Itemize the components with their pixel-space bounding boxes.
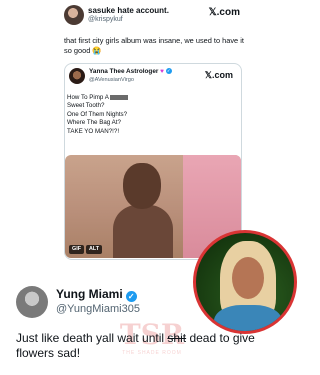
- author-handle[interactable]: @krispykuf: [88, 16, 123, 23]
- verified-badge-icon: ✓: [125, 291, 137, 302]
- tweet-text: that first city girls album was insane, …: [64, 36, 244, 55]
- quoted-tweet-text: How To Pimp A Sweet Tooth? One Of Them N…: [67, 94, 237, 136]
- main-tweet-header: Yung Miami ✓ @YungMiami305: [16, 286, 196, 320]
- alt-badge[interactable]: ALT: [86, 245, 103, 254]
- quoted-author-name[interactable]: Yanna Thee Astrologer ♥ ✓: [89, 68, 172, 75]
- gif-person-head: [123, 163, 161, 209]
- x-logo: 𝕏.com: [204, 70, 233, 80]
- quoted-tweet-header: Yanna Thee Astrologer ♥ ✓ @AVenusianVirg…: [69, 68, 237, 86]
- purple-heart-icon: ♥: [160, 68, 164, 75]
- quoted-line: Where The Bag At?: [67, 119, 121, 127]
- author-handle[interactable]: @YungMiami305: [56, 303, 140, 315]
- avatar[interactable]: [69, 68, 85, 84]
- circular-photo: [193, 230, 297, 334]
- main-tweet-text: Just like death yall wait until shit dea…: [16, 331, 286, 361]
- quoted-line: How To Pimp A: [67, 94, 237, 102]
- struck-word: shit: [167, 331, 187, 345]
- avatar[interactable]: [64, 5, 84, 25]
- quoted-line: One Of Them Nights?: [67, 110, 128, 118]
- avatar[interactable]: [16, 286, 48, 318]
- verified-badge-icon: ✓: [165, 68, 172, 75]
- author-name-text: Yung Miami: [56, 287, 123, 301]
- author-name[interactable]: sasuke hate account.: [88, 6, 169, 15]
- tweet-text-before: Just like death yall wait until: [16, 331, 165, 345]
- redacted-word: [110, 94, 129, 100]
- photo-face: [232, 257, 264, 299]
- photo-top: [214, 305, 282, 331]
- quoted-line: TAKE YO MAN?!?!: [67, 127, 120, 135]
- gif-person-body: [113, 205, 173, 258]
- author-name[interactable]: Yung Miami ✓: [56, 287, 137, 302]
- x-logo: 𝕏.com: [208, 7, 240, 18]
- top-tweet-header: sasuke hate account. @krispykuf 𝕏.com: [64, 5, 240, 27]
- quoted-line-text: How To Pimp A: [67, 94, 109, 101]
- top-tweet-card: sasuke hate account. @krispykuf 𝕏.com th…: [56, 0, 244, 260]
- gif-badge: GIF: [69, 245, 84, 254]
- quoted-tweet-card[interactable]: Yanna Thee Astrologer ♥ ✓ @AVenusianVirg…: [64, 63, 242, 260]
- quoted-line: Sweet Tooth?: [67, 102, 105, 110]
- quoted-author-handle[interactable]: @AVenusianVirgo: [89, 77, 134, 83]
- quoted-author-name-text: Yanna Thee Astrologer: [89, 68, 159, 75]
- gif-person: [113, 163, 173, 258]
